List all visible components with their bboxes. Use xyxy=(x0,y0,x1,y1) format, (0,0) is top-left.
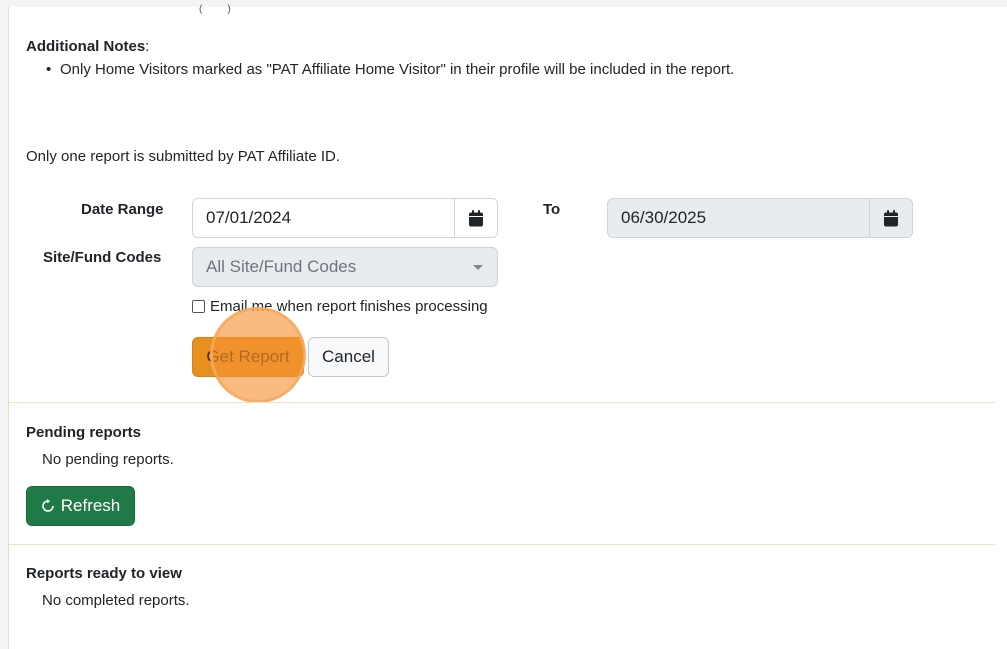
site-fund-codes-value: All Site/Fund Codes xyxy=(206,257,357,276)
end-date-calendar-button[interactable] xyxy=(869,199,912,237)
additional-notes-colon: : xyxy=(145,38,150,55)
site-fund-codes-select[interactable]: All Site/Fund Codes xyxy=(192,247,498,287)
email-notify-row: Email me when report finishes processing xyxy=(192,298,488,315)
note-text: Only Home Visitors marked as "PAT Affili… xyxy=(60,61,735,78)
cancel-button[interactable]: Cancel xyxy=(308,337,389,377)
email-notify-label[interactable]: Email me when report finishes processing xyxy=(210,298,488,315)
chevron-down-icon xyxy=(473,265,483,270)
start-date-input[interactable]: 07/01/2024 xyxy=(193,199,454,237)
calendar-icon xyxy=(469,209,483,226)
to-label: To xyxy=(543,201,561,218)
start-date-calendar-button[interactable] xyxy=(454,199,497,237)
list-item: • Only Home Visitors marked as "PAT Affil… xyxy=(26,61,734,79)
report-panel: ( ) Additional Notes: • Only Home Visitor… xyxy=(8,4,1007,649)
bullet-icon: • xyxy=(46,61,52,78)
clipped-text-fragment: ( ) xyxy=(199,4,231,15)
reports-ready-empty-text: No completed reports. xyxy=(42,592,190,609)
info-text: Only one report is submitted by PAT Affi… xyxy=(26,148,341,165)
additional-notes-title: Additional Notes xyxy=(26,38,146,55)
site-fund-codes-label: Site/Fund Codes xyxy=(43,249,162,266)
get-report-button[interactable]: Get Report xyxy=(192,337,304,377)
refresh-button[interactable]: Refresh xyxy=(26,486,135,526)
email-notify-checkbox[interactable] xyxy=(192,300,205,313)
refresh-label: Refresh xyxy=(60,496,121,515)
start-date-group: 07/01/2024 xyxy=(192,198,498,238)
additional-notes-list: • Only Home Visitors marked as "PAT Affil… xyxy=(26,61,734,79)
additional-notes-heading: Additional Notes: xyxy=(26,38,149,55)
reports-ready-title: Reports ready to view xyxy=(26,565,182,582)
refresh-icon xyxy=(41,499,54,512)
pending-reports-empty-text: No pending reports. xyxy=(42,451,174,468)
calendar-icon xyxy=(884,209,898,226)
section-divider xyxy=(9,402,995,403)
pending-reports-title: Pending reports xyxy=(26,424,142,441)
end-date-input[interactable]: 06/30/2025 xyxy=(608,199,869,237)
date-range-label: Date Range xyxy=(81,201,164,218)
section-divider xyxy=(9,544,995,545)
end-date-group: 06/30/2025 xyxy=(607,198,913,238)
